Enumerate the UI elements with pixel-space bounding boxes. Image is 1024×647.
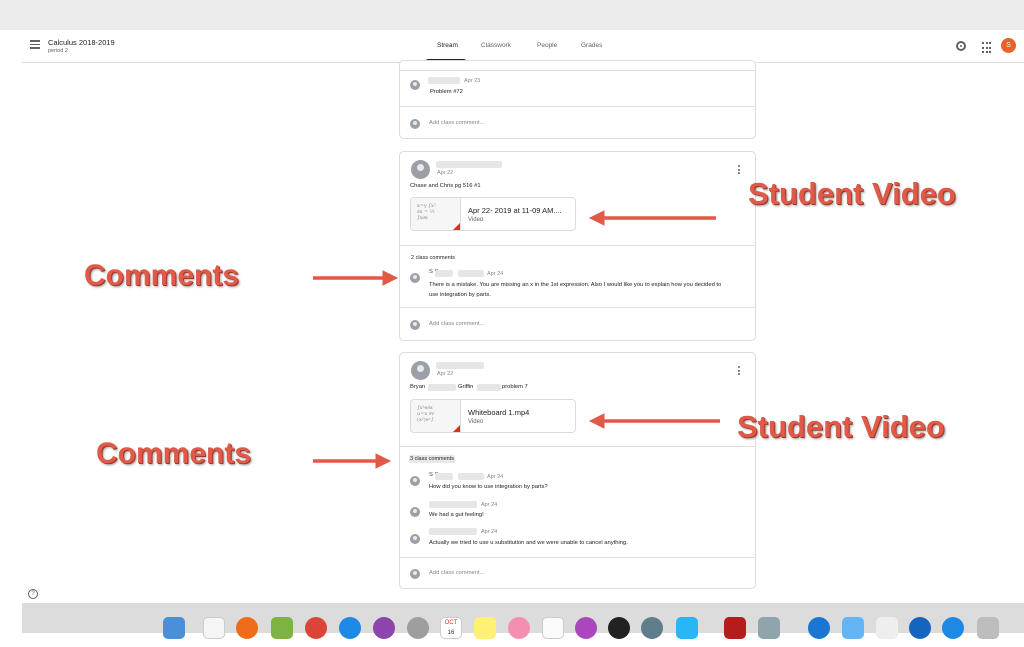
trash-icon[interactable] bbox=[977, 617, 999, 639]
screencastify-icon[interactable] bbox=[676, 617, 698, 639]
arrow-head-student-video-1 bbox=[588, 210, 605, 226]
globe-app-icon[interactable] bbox=[808, 617, 830, 639]
reminders-icon[interactable] bbox=[203, 617, 225, 639]
arrow-head-comments-2 bbox=[375, 453, 392, 469]
system-preferences-icon[interactable] bbox=[641, 617, 663, 639]
preview-icon[interactable] bbox=[758, 617, 780, 639]
music-icon[interactable] bbox=[542, 617, 564, 639]
web-globe-icon[interactable] bbox=[942, 617, 964, 639]
calendar-day: 16 bbox=[447, 630, 455, 636]
chrome-icon[interactable] bbox=[305, 617, 327, 639]
document-stack-icon[interactable] bbox=[876, 617, 898, 639]
apple-tv-icon[interactable] bbox=[608, 617, 630, 639]
annotation-arrows bbox=[313, 210, 720, 469]
calendar-month: OCT bbox=[444, 620, 458, 626]
podcasts-icon[interactable] bbox=[575, 617, 597, 639]
notes-icon[interactable] bbox=[474, 617, 496, 639]
acrobat-icon[interactable] bbox=[724, 617, 746, 639]
launchpad-icon[interactable] bbox=[407, 617, 429, 639]
arrow-head-comments-1 bbox=[382, 270, 399, 286]
safari-icon[interactable] bbox=[339, 617, 361, 639]
finder-icon[interactable] bbox=[163, 617, 185, 639]
downloads-folder-icon[interactable] bbox=[842, 617, 864, 639]
help-icon[interactable]: ? bbox=[28, 589, 38, 599]
calendar-icon[interactable]: OCT 16 bbox=[440, 617, 462, 639]
network-globe-icon[interactable] bbox=[909, 617, 931, 639]
firefox-icon[interactable] bbox=[236, 617, 258, 639]
photos-icon[interactable] bbox=[508, 617, 530, 639]
arrow-head-student-video-2 bbox=[588, 413, 605, 429]
siri-icon[interactable] bbox=[373, 617, 395, 639]
photo-booth-icon[interactable] bbox=[271, 617, 293, 639]
